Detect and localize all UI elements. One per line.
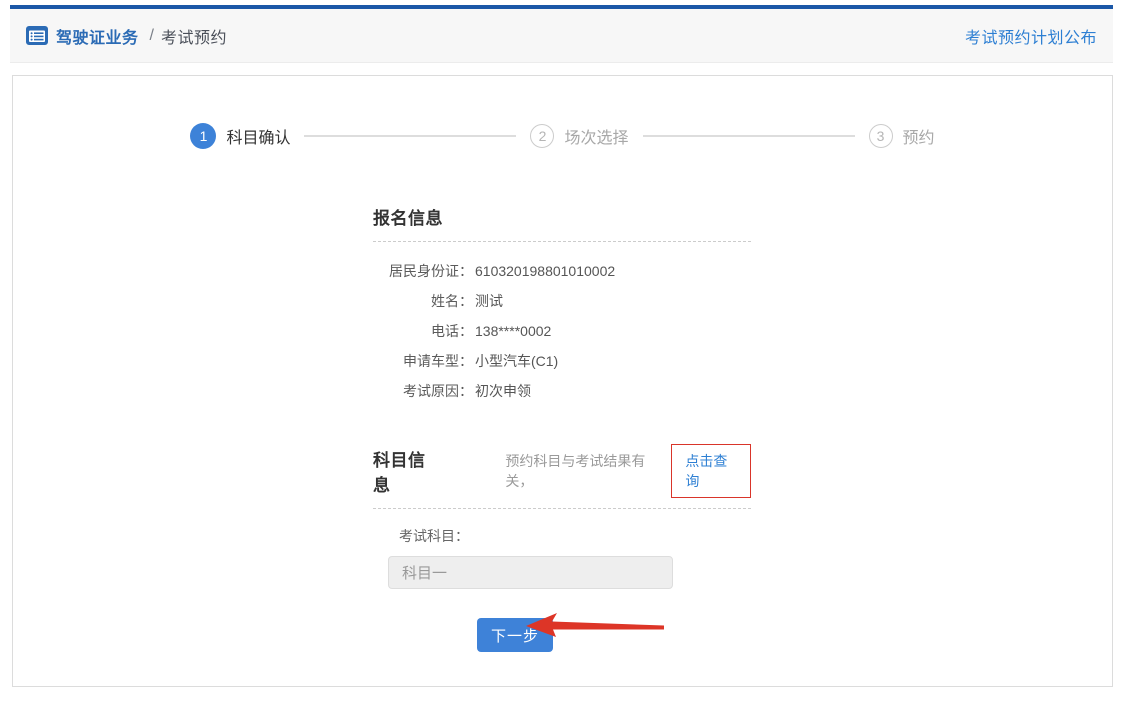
subject-section: 科目信息 预约科目与考试结果有关， 点击查询 考试科目： 下一步 xyxy=(373,444,751,652)
breadcrumb-current: 考试预约 xyxy=(161,24,227,48)
main-panel: 1 科目确认 2 场次选择 3 预约 报名信息 居民身份证： 610320198… xyxy=(12,75,1113,687)
breadcrumb: 驾驶证业务 / 考试预约 xyxy=(26,24,227,48)
step-2-circle: 2 xyxy=(530,124,554,148)
subject-note: 预约科目与考试结果有关， xyxy=(505,451,669,491)
subject-title: 科目信息 xyxy=(373,446,441,496)
registration-section: 报名信息 居民身份证： 610320198801010002 姓名： 测试 电话… xyxy=(373,204,751,398)
step-connector xyxy=(304,135,516,137)
field-value: 小型汽车(C1) xyxy=(475,354,558,368)
step-1-circle: 1 xyxy=(190,123,216,149)
field-value: 138****0002 xyxy=(475,324,551,338)
list-icon xyxy=(26,26,48,45)
header: 驾驶证业务 / 考试预约 考试预约计划公布 xyxy=(10,5,1113,63)
step-session-select: 2 场次选择 xyxy=(530,124,628,148)
step-subject-confirm: 1 科目确认 xyxy=(190,123,290,149)
exam-plan-link[interactable]: 考试预约计划公布 xyxy=(965,24,1097,48)
field-label: 电话： xyxy=(373,324,473,338)
step-3-circle: 3 xyxy=(869,124,893,148)
info-row-exam-reason: 考试原因： 初次申领 xyxy=(373,384,751,398)
registration-title: 报名信息 xyxy=(373,204,751,242)
breadcrumb-separator: / xyxy=(150,27,154,45)
info-row-name: 姓名： 测试 xyxy=(373,294,751,308)
query-link-highlight-box: 点击查询 xyxy=(671,444,751,498)
field-value: 初次申领 xyxy=(475,384,531,398)
step-3-label: 预约 xyxy=(903,124,935,148)
field-label: 居民身份证： xyxy=(373,264,473,278)
exam-subject-label: 考试科目： xyxy=(399,526,751,546)
stepper: 1 科目确认 2 场次选择 3 预约 xyxy=(13,123,1112,149)
field-label: 申请车型： xyxy=(373,354,473,368)
step-2-label: 场次选择 xyxy=(564,124,628,148)
field-label: 姓名： xyxy=(373,294,473,308)
info-row-vehicle-type: 申请车型： 小型汽车(C1) xyxy=(373,354,751,368)
step-appointment: 3 预约 xyxy=(869,124,935,148)
subject-section-header: 科目信息 预约科目与考试结果有关， 点击查询 xyxy=(373,444,751,509)
step-1-label: 科目确认 xyxy=(226,124,290,148)
breadcrumb-section-link[interactable]: 驾驶证业务 xyxy=(56,24,139,48)
info-row-id: 居民身份证： 610320198801010002 xyxy=(373,264,751,278)
field-value: 测试 xyxy=(475,294,503,308)
exam-subject-input[interactable] xyxy=(388,556,673,589)
step-connector xyxy=(643,135,855,137)
next-step-button[interactable]: 下一步 xyxy=(477,618,553,652)
query-link[interactable]: 点击查询 xyxy=(685,453,727,489)
field-value: 610320198801010002 xyxy=(475,264,615,278)
field-label: 考试原因： xyxy=(373,384,473,398)
info-row-phone: 电话： 138****0002 xyxy=(373,324,751,338)
